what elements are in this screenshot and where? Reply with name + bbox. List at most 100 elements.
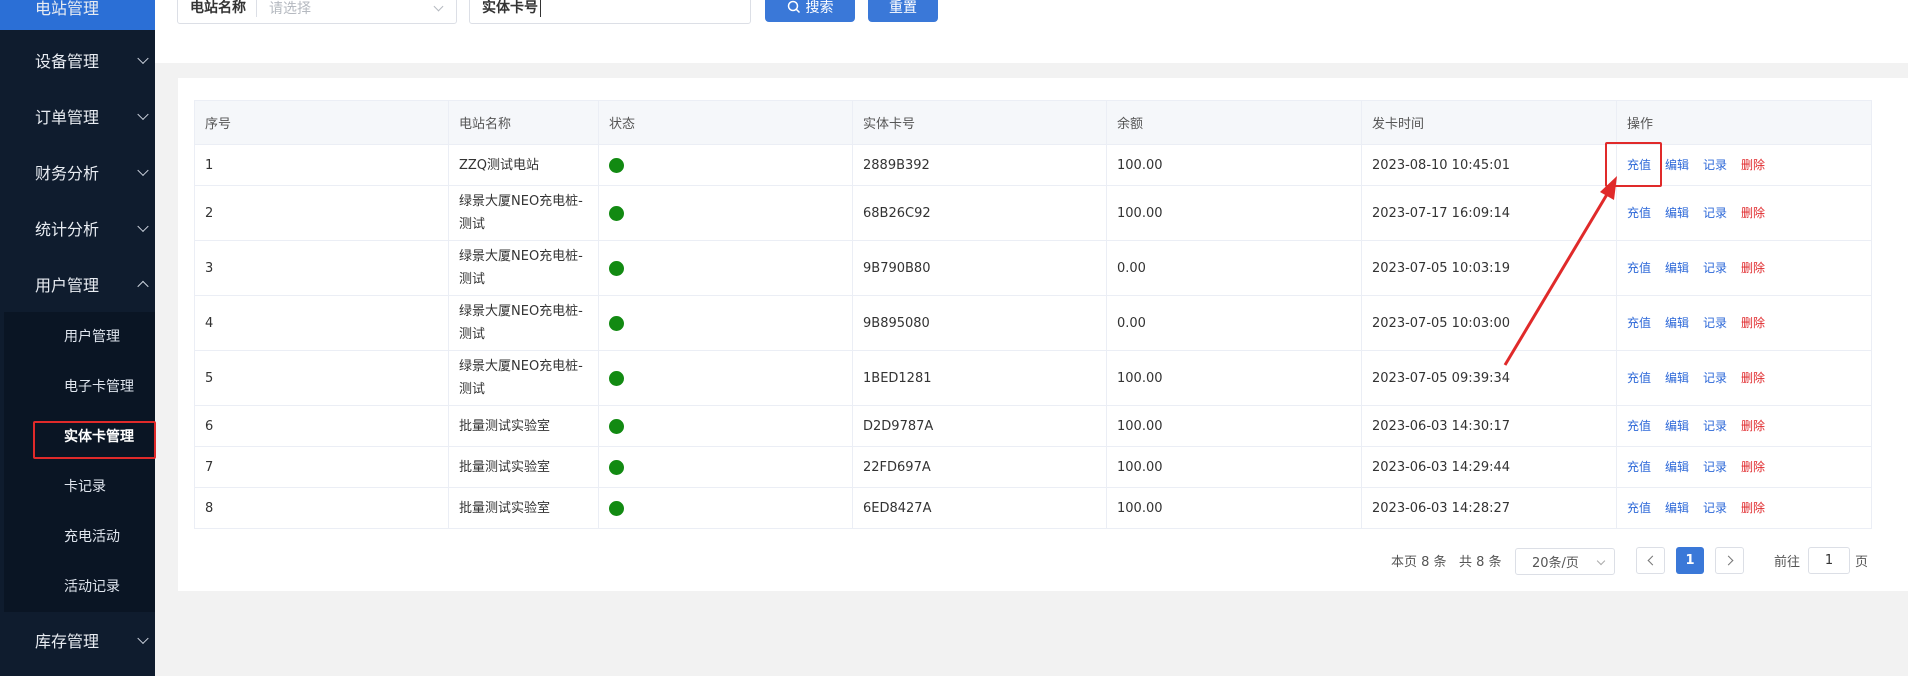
recharge-button[interactable]: 充值 bbox=[1627, 316, 1651, 330]
page-number-current[interactable]: 1 bbox=[1676, 547, 1704, 574]
table-row: 2 绿景大厦NEO充电桩-测试 68B26C92 100.00 2023-07-17 1… bbox=[194, 185, 1872, 241]
reset-button-label: 重置 bbox=[889, 0, 917, 15]
chevron-down-icon bbox=[137, 632, 149, 645]
delete-button[interactable]: 删除 bbox=[1741, 206, 1765, 220]
cell-actions: 充值 编辑 记录 删除 bbox=[1616, 405, 1872, 447]
menu-item-station[interactable]: 电站管理 bbox=[0, 0, 155, 30]
menu-item-finance[interactable]: 财务分析 bbox=[0, 149, 155, 195]
edit-button[interactable]: 编辑 bbox=[1665, 158, 1689, 172]
menu-item-statistics[interactable]: 统计分析 bbox=[0, 205, 155, 251]
cell-status bbox=[598, 295, 853, 351]
record-button[interactable]: 记录 bbox=[1703, 261, 1727, 275]
edit-button[interactable]: 编辑 bbox=[1665, 501, 1689, 515]
edit-button[interactable]: 编辑 bbox=[1665, 261, 1689, 275]
chevron-up-icon bbox=[137, 280, 149, 293]
cell-time: 2023-06-03 14:30:17 bbox=[1361, 405, 1617, 447]
sub-item-physical-card-manage[interactable]: 实体卡管理 bbox=[4, 416, 155, 456]
table-row: 3 绿景大厦NEO充电桩-测试 9B790B80 0.00 2023-07-05 10:… bbox=[194, 240, 1872, 296]
delete-button[interactable]: 删除 bbox=[1741, 501, 1765, 515]
delete-button[interactable]: 删除 bbox=[1741, 261, 1765, 275]
card-list-panel: 序号 电站名称 状态 实体卡号 余额 发卡时间 操作 1 ZZQ测试电站 2889B… bbox=[178, 78, 1908, 591]
cell-card: 22FD697A bbox=[852, 446, 1107, 488]
reset-button[interactable]: 重置 bbox=[868, 0, 938, 22]
cell-no: 7 bbox=[194, 446, 449, 488]
record-button[interactable]: 记录 bbox=[1703, 460, 1727, 474]
record-button[interactable]: 记录 bbox=[1703, 419, 1727, 433]
goto-page-input[interactable]: 1 bbox=[1808, 547, 1850, 574]
cell-status bbox=[598, 144, 853, 186]
record-button[interactable]: 记录 bbox=[1703, 206, 1727, 220]
recharge-button[interactable]: 充值 bbox=[1627, 261, 1651, 275]
record-button[interactable]: 记录 bbox=[1703, 501, 1727, 515]
recharge-button[interactable]: 充值 bbox=[1627, 158, 1651, 172]
search-icon bbox=[787, 0, 800, 14]
cell-status bbox=[598, 487, 853, 529]
recharge-button[interactable]: 充值 bbox=[1627, 419, 1651, 433]
station-select[interactable]: 电站名称 请选择 bbox=[177, 0, 457, 24]
menu-item-inventory[interactable]: 库存管理 bbox=[0, 617, 155, 663]
menu-item-label: 统计分析 bbox=[35, 220, 100, 239]
record-button[interactable]: 记录 bbox=[1703, 158, 1727, 172]
menu-item-label: 电站管理 bbox=[35, 0, 100, 18]
cell-time: 2023-07-05 09:39:34 bbox=[1361, 350, 1617, 406]
edit-button[interactable]: 编辑 bbox=[1665, 460, 1689, 474]
recharge-button[interactable]: 充值 bbox=[1627, 460, 1651, 474]
sub-item-user-manage[interactable]: 用户管理 bbox=[4, 316, 155, 356]
cell-balance: 0.00 bbox=[1106, 240, 1362, 296]
record-button[interactable]: 记录 bbox=[1703, 371, 1727, 385]
sub-item-charge-activity[interactable]: 充电活动 bbox=[4, 516, 155, 556]
station-select-label: 电站名称 bbox=[178, 0, 257, 17]
cell-station: 批量测试实验室 bbox=[448, 487, 599, 529]
sub-item-activity-record[interactable]: 活动记录 bbox=[4, 566, 155, 606]
cell-station: ZZQ测试电站 bbox=[448, 144, 599, 186]
edit-button[interactable]: 编辑 bbox=[1665, 206, 1689, 220]
header-actions: 操作 bbox=[1616, 100, 1872, 145]
physical-card-table: 序号 电站名称 状态 实体卡号 余额 发卡时间 操作 1 ZZQ测试电站 2889B… bbox=[194, 100, 1872, 529]
cell-balance: 100.00 bbox=[1106, 446, 1362, 488]
prev-page-button[interactable] bbox=[1636, 547, 1665, 574]
sub-item-card-record[interactable]: 卡记录 bbox=[4, 466, 155, 506]
search-button[interactable]: 搜索 bbox=[765, 0, 855, 22]
sidebar: 电站管理 设备管理 订单管理 财务分析 统计分析 用户管理 用户管理 电子卡管理… bbox=[0, 0, 155, 676]
cell-station: 批量测试实验室 bbox=[448, 446, 599, 488]
next-page-button[interactable] bbox=[1715, 547, 1744, 574]
cell-balance: 0.00 bbox=[1106, 295, 1362, 351]
chevron-left-icon bbox=[1647, 555, 1657, 566]
recharge-button[interactable]: 充值 bbox=[1627, 371, 1651, 385]
menu-item-label: 财务分析 bbox=[35, 164, 100, 183]
cell-status bbox=[598, 240, 853, 296]
sub-item-label: 活动记录 bbox=[64, 579, 120, 595]
delete-button[interactable]: 删除 bbox=[1741, 371, 1765, 385]
menu-item-label: 库存管理 bbox=[35, 632, 100, 651]
menu-item-label: 设备管理 bbox=[35, 52, 100, 71]
edit-button[interactable]: 编辑 bbox=[1665, 419, 1689, 433]
cell-no: 1 bbox=[194, 144, 449, 186]
card-number-input[interactable]: 实体卡号 bbox=[469, 0, 751, 24]
goto-suffix: 页 bbox=[1855, 555, 1869, 570]
cell-status bbox=[598, 350, 853, 406]
cell-time: 2023-07-17 16:09:14 bbox=[1361, 185, 1617, 241]
delete-button[interactable]: 删除 bbox=[1741, 419, 1765, 433]
recharge-button[interactable]: 充值 bbox=[1627, 501, 1651, 515]
table-row: 4 绿景大厦NEO充电桩-测试 9B895080 0.00 2023-07-05 10:… bbox=[194, 295, 1872, 351]
cell-actions: 充值 编辑 记录 删除 bbox=[1616, 185, 1872, 241]
total-count-text: 共 8 条 bbox=[1459, 555, 1502, 570]
delete-button[interactable]: 删除 bbox=[1741, 158, 1765, 172]
chevron-down-icon bbox=[137, 164, 149, 177]
edit-button[interactable]: 编辑 bbox=[1665, 371, 1689, 385]
menu-item-order[interactable]: 订单管理 bbox=[0, 93, 155, 139]
status-dot-icon bbox=[609, 205, 624, 221]
menu-item-device[interactable]: 设备管理 bbox=[0, 37, 155, 83]
sub-item-ecard-manage[interactable]: 电子卡管理 bbox=[4, 366, 155, 406]
page-size-select[interactable]: 20条/页 bbox=[1515, 548, 1615, 575]
delete-button[interactable]: 删除 bbox=[1741, 460, 1765, 474]
status-dot-icon bbox=[609, 500, 624, 516]
recharge-button[interactable]: 充值 bbox=[1627, 206, 1651, 220]
search-button-label: 搜索 bbox=[805, 0, 834, 15]
cell-time: 2023-06-03 14:28:27 bbox=[1361, 487, 1617, 529]
chevron-right-icon bbox=[1723, 555, 1733, 566]
menu-item-user[interactable]: 用户管理 bbox=[0, 261, 155, 307]
record-button[interactable]: 记录 bbox=[1703, 316, 1727, 330]
edit-button[interactable]: 编辑 bbox=[1665, 316, 1689, 330]
delete-button[interactable]: 删除 bbox=[1741, 316, 1765, 330]
